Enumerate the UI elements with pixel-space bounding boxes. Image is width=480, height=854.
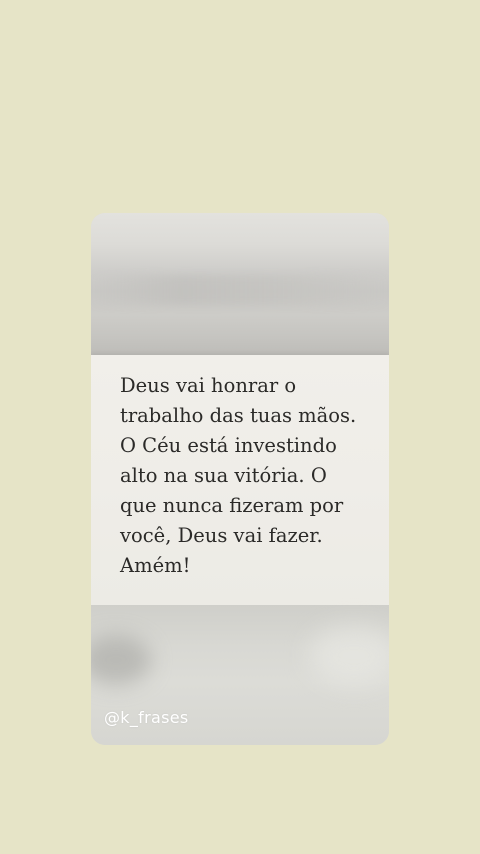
story-card: Deus vai honrar o trabalho das tuas mãos… [91,213,389,745]
blurred-top-region [91,213,389,355]
paper-note: Deus vai honrar o trabalho das tuas mãos… [91,355,389,605]
watermark-handle: @k_frases [104,708,189,727]
quote-text: Deus vai honrar o trabalho das tuas mãos… [120,374,357,577]
